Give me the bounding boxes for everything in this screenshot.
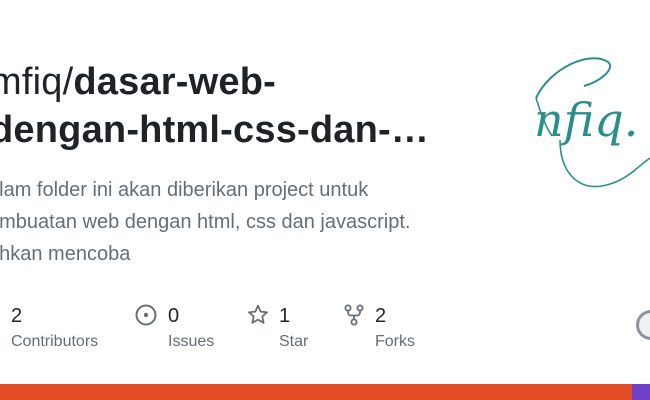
description-line: embuatan web dengan html, css dan javasc… xyxy=(0,211,411,233)
contributors-label: Contributors xyxy=(11,333,99,350)
forks-label: Forks xyxy=(375,333,415,350)
repo-name-line-1[interactable]: dasar-web- xyxy=(73,61,276,103)
language-segment xyxy=(631,384,650,400)
issue-circle-icon xyxy=(135,304,157,326)
language-segment xyxy=(0,384,632,400)
repo-owner[interactable]: mfiq/ xyxy=(0,61,73,103)
avatar[interactable] xyxy=(636,310,650,340)
issues-label: Issues xyxy=(168,333,215,350)
description-line: alam folder ini akan diberikan project u… xyxy=(0,179,369,201)
description-line: ahkan mencoba xyxy=(0,243,131,265)
language-bar xyxy=(0,384,650,400)
owner-logo: nfiq. xyxy=(530,40,650,200)
repo-description: alam folder ini akan diberikan project u… xyxy=(0,174,488,270)
forks-count: 2 xyxy=(375,305,387,327)
signature-logo-icon: nfiq. xyxy=(534,57,650,188)
star-icon xyxy=(247,304,269,326)
repo-title[interactable]: mfiq/dasar-web- dengan-html-css-dan-… xyxy=(0,58,470,154)
svg-text:nfiq.: nfiq. xyxy=(534,93,638,147)
repo-stats: 2 Contributors 0 Issues 1 Star 2 Forks xyxy=(0,300,470,360)
stars-count: 1 xyxy=(279,305,291,327)
contributors-count: 2 xyxy=(11,305,23,327)
issues-count: 0 xyxy=(168,305,180,327)
stars-label: Star xyxy=(279,333,309,350)
fork-icon xyxy=(343,304,365,326)
repo-name-line-2[interactable]: dengan-html-css-dan-… xyxy=(0,106,470,154)
